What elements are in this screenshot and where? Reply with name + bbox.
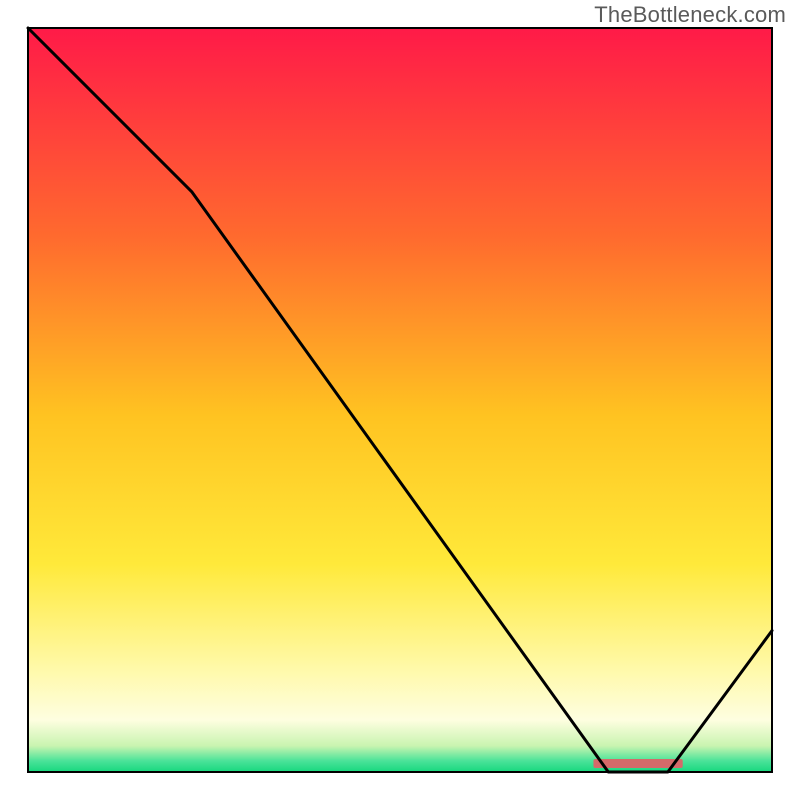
bottleneck-chart [0, 0, 800, 800]
optimal-zone-marker [593, 759, 682, 768]
chart-container: TheBottleneck.com [0, 0, 800, 800]
watermark-text: TheBottleneck.com [594, 2, 786, 28]
